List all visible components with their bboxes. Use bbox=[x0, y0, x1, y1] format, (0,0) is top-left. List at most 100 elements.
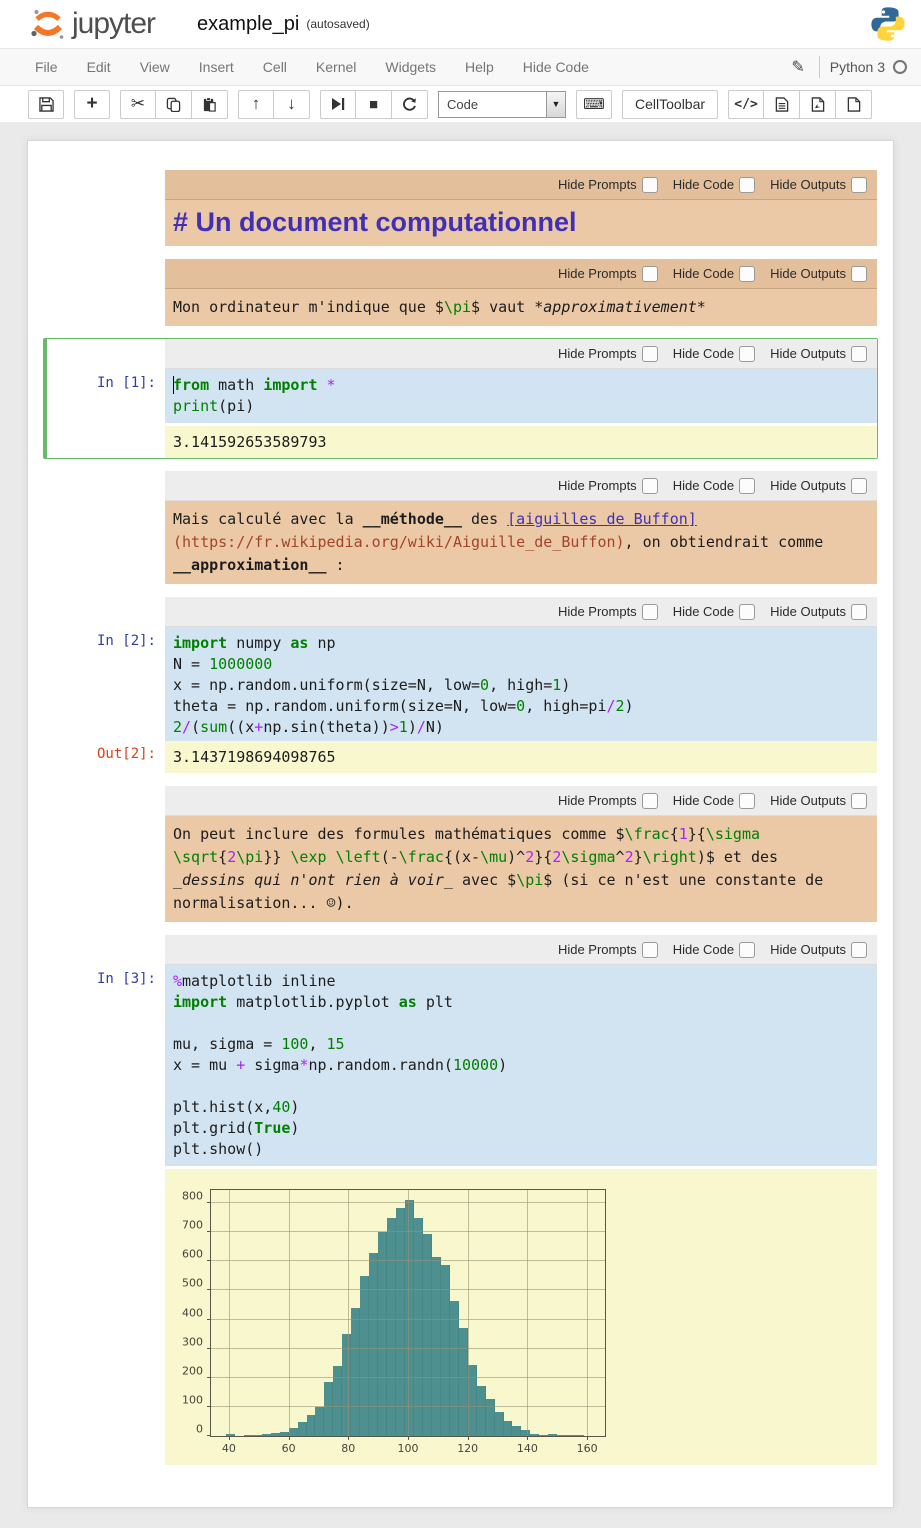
hide-prompts-checkbox[interactable] bbox=[642, 942, 658, 958]
hide-outputs-checkbox[interactable] bbox=[851, 478, 867, 494]
y-tick-label: 0 bbox=[196, 1423, 211, 1436]
export-pdf-button[interactable] bbox=[800, 90, 836, 119]
hide-outputs-label: Hide Outputs bbox=[770, 266, 846, 281]
cell-toolbar: Hide Prompts Hide Code Hide Outputs bbox=[165, 597, 877, 627]
histogram-bar bbox=[324, 1382, 333, 1436]
hide-prompts-checkbox[interactable] bbox=[642, 346, 658, 362]
y-tick-label: 300 bbox=[182, 1335, 211, 1348]
hide-code-checkbox[interactable] bbox=[739, 177, 755, 193]
paste-button[interactable] bbox=[192, 90, 228, 119]
menu-hide-code[interactable]: Hide Code bbox=[523, 59, 589, 75]
hide-prompts-checkbox[interactable] bbox=[642, 266, 658, 282]
hide-prompts-checkbox[interactable] bbox=[642, 793, 658, 809]
hide-outputs-checkbox[interactable] bbox=[851, 604, 867, 620]
interrupt-kernel-button[interactable]: ■ bbox=[356, 90, 392, 119]
divider bbox=[819, 56, 820, 78]
histogram-bar bbox=[495, 1412, 504, 1436]
histogram-bar bbox=[271, 1433, 280, 1436]
menu-file[interactable]: File bbox=[35, 59, 58, 75]
code-editor[interactable]: %matplotlib inlineimport matplotlib.pypl… bbox=[165, 965, 877, 1166]
histogram-bar bbox=[369, 1253, 378, 1436]
code-editor[interactable]: import numpy as npN = 1000000x = np.rand… bbox=[165, 627, 877, 744]
y-tick-label: 800 bbox=[182, 1190, 211, 1203]
cut-button[interactable]: ✂ bbox=[120, 90, 156, 119]
hide-code-checkbox[interactable] bbox=[739, 604, 755, 620]
histogram-bar bbox=[289, 1428, 298, 1436]
kernel-name[interactable]: Python 3 bbox=[830, 59, 885, 75]
code-cell-3[interactable]: In [3]: Hide Prompts Hide Code Hide Outp… bbox=[43, 934, 878, 1466]
markdown-source[interactable]: Mais calculé avec la __méthode__ des [ai… bbox=[165, 501, 877, 584]
move-down-button[interactable]: ↓ bbox=[274, 90, 310, 119]
jupyter-logo[interactable]: jupyter bbox=[28, 4, 155, 44]
kernel-status-icon bbox=[893, 60, 907, 74]
histogram-bar bbox=[539, 1435, 548, 1436]
cell-type-select[interactable]: Code ▼ bbox=[438, 91, 566, 118]
celltoolbar-button[interactable]: CellToolbar bbox=[622, 90, 718, 119]
gridline bbox=[348, 1190, 349, 1436]
markdown-cell-title[interactable]: Hide Prompts Hide Code Hide Outputs # Un… bbox=[43, 169, 878, 247]
insert-cell-button[interactable]: + bbox=[74, 90, 110, 119]
hide-code-checkbox[interactable] bbox=[739, 478, 755, 494]
menu-view[interactable]: View bbox=[140, 59, 170, 75]
toggle-code-button[interactable]: </> bbox=[728, 90, 764, 119]
output-text: 3.141592653589793 bbox=[165, 426, 877, 458]
markdown-cell-formulas[interactable]: Hide Prompts Hide Code Hide Outputs On p… bbox=[43, 785, 878, 923]
output-row: Out[2]: 3.1437198694098765 bbox=[43, 740, 878, 774]
save-icon bbox=[39, 97, 54, 112]
jupyter-icon bbox=[28, 4, 68, 44]
histogram-bar bbox=[244, 1435, 253, 1436]
app-header: jupyter example_pi (autosaved) bbox=[0, 0, 921, 48]
prompt-spacer bbox=[47, 786, 165, 922]
save-button[interactable] bbox=[28, 90, 64, 119]
menu-kernel[interactable]: Kernel bbox=[316, 59, 356, 75]
blank-file-icon bbox=[847, 97, 861, 112]
restart-icon bbox=[402, 97, 417, 112]
hide-outputs-checkbox[interactable] bbox=[851, 346, 867, 362]
input-prompt: In [3]: bbox=[47, 935, 165, 1465]
histogram-bar bbox=[459, 1328, 468, 1436]
markdown-source-heading[interactable]: # Un document computationnel bbox=[165, 200, 877, 246]
code-cell-2[interactable]: In [2]: Hide Prompts Hide Code Hide Outp… bbox=[43, 596, 878, 748]
menu-widgets[interactable]: Widgets bbox=[385, 59, 436, 75]
cell-toolbar: Hide Prompts Hide Code Hide Outputs bbox=[165, 339, 877, 369]
y-tick-label: 400 bbox=[182, 1306, 211, 1319]
copy-button[interactable] bbox=[156, 90, 192, 119]
code-cell-1[interactable]: In [1]: Hide Prompts Hide Code Hide Outp… bbox=[43, 338, 878, 459]
hide-code-checkbox[interactable] bbox=[739, 942, 755, 958]
gridline bbox=[229, 1190, 230, 1436]
hide-code-checkbox[interactable] bbox=[739, 266, 755, 282]
code-editor[interactable]: from math import *print(pi) bbox=[165, 369, 877, 423]
hide-code-checkbox[interactable] bbox=[739, 793, 755, 809]
markdown-source[interactable]: On peut inclure des formules mathématiqu… bbox=[165, 816, 877, 922]
menu-edit[interactable]: Edit bbox=[87, 59, 111, 75]
export-html-button[interactable] bbox=[764, 90, 800, 119]
x-tick-label: 120 bbox=[457, 1436, 478, 1455]
run-button[interactable] bbox=[320, 90, 356, 119]
autosave-status: (autosaved) bbox=[306, 17, 369, 31]
hide-outputs-checkbox[interactable] bbox=[851, 177, 867, 193]
histogram-bar bbox=[387, 1218, 396, 1436]
histogram-bar bbox=[450, 1301, 459, 1436]
hide-code-checkbox[interactable] bbox=[739, 346, 755, 362]
new-file-button[interactable] bbox=[836, 90, 872, 119]
command-palette-button[interactable]: ⌨ bbox=[576, 90, 612, 119]
markdown-cell-intro[interactable]: Hide Prompts Hide Code Hide Outputs Mon … bbox=[43, 258, 878, 327]
hide-prompts-checkbox[interactable] bbox=[642, 604, 658, 620]
menu-help[interactable]: Help bbox=[465, 59, 494, 75]
histogram-bar bbox=[468, 1365, 477, 1436]
hide-outputs-checkbox[interactable] bbox=[851, 266, 867, 282]
restart-kernel-button[interactable] bbox=[392, 90, 428, 119]
menu-insert[interactable]: Insert bbox=[199, 59, 234, 75]
markdown-cell-buffon[interactable]: Hide Prompts Hide Code Hide Outputs Mais… bbox=[43, 470, 878, 585]
notebook-title[interactable]: example_pi bbox=[197, 13, 299, 36]
menu-cell[interactable]: Cell bbox=[263, 59, 287, 75]
hide-outputs-checkbox[interactable] bbox=[851, 793, 867, 809]
hide-prompts-checkbox[interactable] bbox=[642, 177, 658, 193]
cell-toolbar: Hide Prompts Hide Code Hide Outputs bbox=[165, 786, 877, 816]
hide-prompts-checkbox[interactable] bbox=[642, 478, 658, 494]
histogram-bar bbox=[414, 1218, 423, 1436]
histogram-bar bbox=[504, 1421, 513, 1436]
hide-outputs-checkbox[interactable] bbox=[851, 942, 867, 958]
move-up-button[interactable]: ↑ bbox=[238, 90, 274, 119]
markdown-source[interactable]: Mon ordinateur m'indique que $\pi$ vaut … bbox=[165, 289, 877, 326]
